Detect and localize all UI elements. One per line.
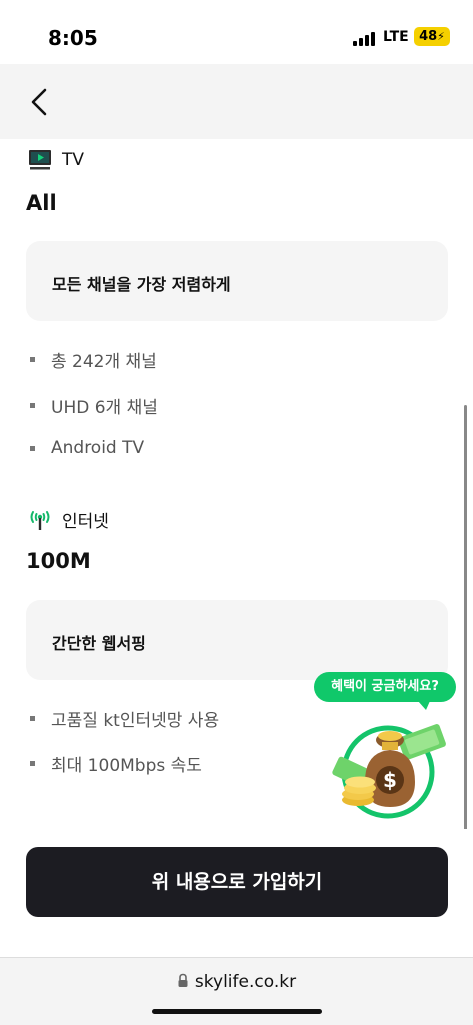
internet-section-header: 인터넷 [28,507,109,532]
list-item: Android TV [30,438,144,458]
list-item: 고품질 kt인터넷망 사용 [30,706,219,731]
tv-section-header: TV [28,149,84,171]
benefits-promo-button[interactable]: 혜택이 궁금하세요? $ [312,672,462,822]
signup-button[interactable]: 위 내용으로 가입하기 [26,847,448,917]
bullet-text: Android TV [51,438,145,458]
internet-card-text: 간단한 웹서핑 [52,634,146,653]
tv-plan-name: All [26,191,57,215]
status-time: 8:05 [48,26,98,50]
scrollbar[interactable] [464,405,467,845]
lock-icon [178,973,188,987]
internet-header-label: 인터넷 [62,512,109,532]
list-item: 최대 100Mbps 속도 [30,751,202,776]
back-button[interactable] [28,88,52,116]
bullet-text: 총 242개 채널 [51,352,157,372]
nav-bar [0,64,473,139]
promo-bubble: 혜택이 궁금하세요? [314,672,456,710]
antenna-icon [30,510,50,530]
signal-icon [353,32,379,46]
battery-level: 48 [419,29,438,44]
status-bar: 8:05 LTE 48⚡ [0,0,473,64]
tv-summary-card: 모든 채널을 가장 저렴하게 [26,241,448,321]
money-bag-icon: $ [332,724,446,819]
money-symbol: $ [383,768,397,792]
list-item: 총 242개 채널 [30,347,157,372]
bullet-text: 최대 100Mbps 속도 [51,756,202,776]
tv-header-label: TV [62,150,85,170]
tv-icon [29,150,51,170]
tv-card-text: 모든 채널을 가장 저렴하게 [52,275,231,294]
bullet-text: UHD 6개 채널 [51,398,158,418]
chevron-left-icon [31,88,47,116]
list-item: UHD 6개 채널 [30,393,158,418]
home-indicator[interactable] [152,1009,322,1014]
network-type: LTE [383,29,409,45]
battery-icon: 48⚡ [414,27,450,46]
url-text: skylife.co.kr [194,972,297,992]
browser-url-bar[interactable]: skylife.co.kr [0,957,473,1025]
internet-plan-name: 100M [26,549,91,573]
internet-summary-card: 간단한 웹서핑 [26,600,448,680]
url-display: skylife.co.kr [0,972,473,992]
bullet-text: 고품질 kt인터넷망 사용 [51,711,220,731]
